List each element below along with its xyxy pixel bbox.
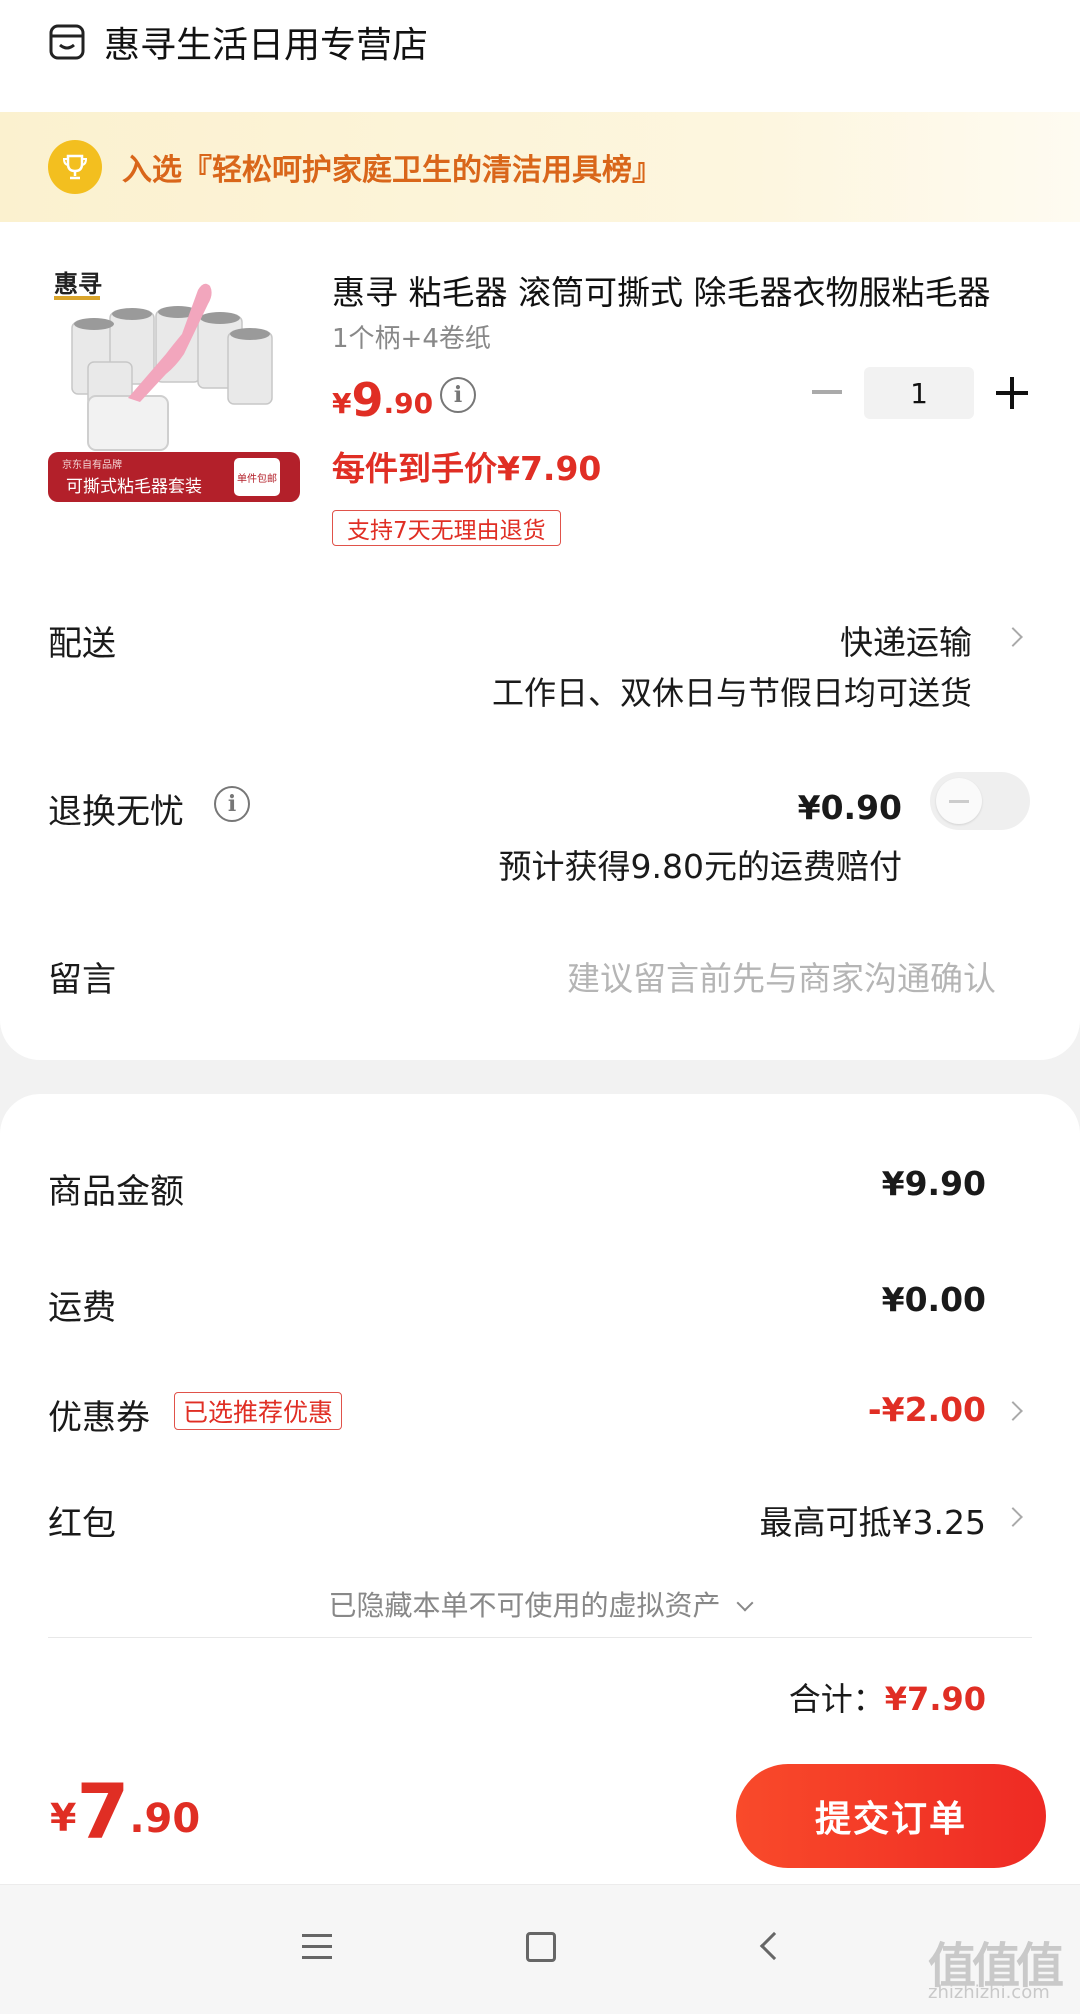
goods-amount-label: 商品金额 [48,1172,184,1212]
product-image-small-label: 京东自有品牌 [62,458,122,471]
hidden-assets-text: 已隐藏本单不可使用的虚拟资产 [328,1589,721,1622]
bottom-price-currency: ¥ [50,1796,77,1840]
store-header[interactable]: 惠寻生活日用专营店 [48,14,428,70]
menu-icon[interactable] [302,1934,332,1960]
quantity-decrease-button[interactable] [812,390,842,394]
return-insurance-toggle[interactable] [930,772,1030,830]
price-info-icon[interactable]: i [440,377,476,413]
return-policy-tag: 支持7天无理由退货 [332,510,561,546]
each-price: 每件到手价¥7.90 [332,449,602,488]
return-insurance-info-icon[interactable]: i [214,786,250,822]
return-insurance-price: ¥0.90 [797,788,902,827]
product-image[interactable]: 惠寻 京东自有品牌 可撕式粘毛器套装 单件包邮 [48,262,300,514]
bottom-price-decimal: .90 [129,1796,201,1842]
bottom-price-integer: 7 [76,1767,130,1856]
delivery-note: 工作日、双休日与节假日均可送货 [491,674,972,712]
watermark: 值值值 zhizhizhi.com [928,1926,1076,2006]
ranking-banner[interactable]: 入选『轻松呵护家庭卫生的清洁用具榜』 [0,112,1080,222]
coupon-value[interactable]: -¥2.00 [868,1390,986,1429]
product-image-badge: 单件包邮 [237,472,277,485]
banner-text: 入选『轻松呵护家庭卫生的清洁用具榜』 [122,153,662,188]
return-insurance-label: 退换无忧 [48,792,184,832]
delivery-label: 配送 [48,624,116,664]
product-spec[interactable]: 1个柄+4卷纸 [332,318,491,355]
store-name: 惠寻生活日用专营店 [104,25,429,66]
delivery-method[interactable]: 快递运输 [840,616,972,664]
shipping-label: 运费 [48,1288,116,1328]
toggle-knob [936,778,982,824]
trophy-icon [48,140,102,194]
total-value: ¥7.90 [884,1680,986,1718]
hidden-assets-toggle[interactable]: 已隐藏本单不可使用的虚拟资产 [0,1584,1080,1624]
price-decimal: .90 [383,387,434,420]
return-insurance-note: 预计获得9.80元的运费赔付 [498,847,902,886]
submit-order-button[interactable]: 提交订单 [736,1764,1046,1868]
coupon-label: 优惠券 [48,1398,150,1438]
price-currency: ¥ [332,387,352,420]
product-price: ¥ 9 .90 [332,368,433,428]
price-integer: 9 [351,373,384,427]
total-row: 合计：¥7.90 [789,1674,986,1720]
redpacket-value[interactable]: 最高可抵¥3.25 [760,1496,986,1544]
message-input[interactable]: 建议留言前先与商家沟通确认 [567,952,996,1000]
message-label: 留言 [48,960,116,1000]
bottom-price: ¥ 7 .90 [50,1772,200,1852]
watermark-url: zhizhizhi.com [928,1982,1050,2003]
coupon-selected-tag: 已选推荐优惠 [174,1392,343,1430]
divider [48,1637,1032,1638]
chevron-down-icon [736,1594,754,1612]
shipping-value: ¥0.00 [881,1280,986,1319]
quantity-input[interactable]: 1 [864,367,974,419]
store-icon [49,24,85,60]
quantity-increase-button[interactable] [996,377,1028,409]
redpacket-label: 红包 [48,1504,116,1544]
home-icon[interactable] [526,1932,556,1962]
goods-amount-value: ¥9.90 [881,1164,986,1203]
product-image-caption: 可撕式粘毛器套装 [66,477,202,497]
product-image-brand: 惠寻 [54,270,102,298]
product-title[interactable]: 惠寻 粘毛器 滚筒可撕式 除毛器衣物服粘毛器 [332,266,1022,314]
total-label: 合计： [788,1680,885,1718]
